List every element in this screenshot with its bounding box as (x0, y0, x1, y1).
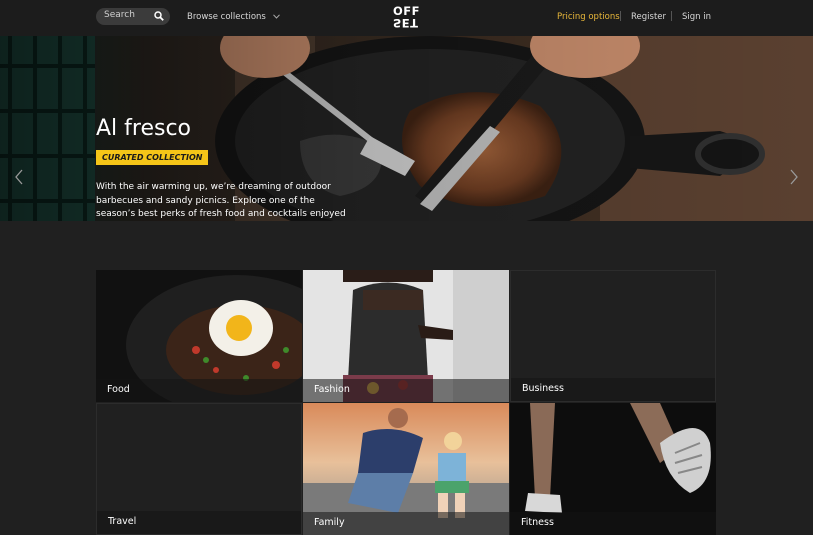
sign-in-link[interactable]: Sign in (682, 12, 711, 22)
category-tile-family[interactable]: Family (303, 403, 509, 535)
category-label: Travel (97, 511, 301, 534)
chevron-down-icon (272, 14, 280, 19)
search-input[interactable]: Search (96, 8, 170, 25)
logo-line-2: SET (393, 16, 419, 30)
browse-collections-dropdown[interactable]: Browse collections (187, 12, 280, 22)
category-tile-travel[interactable]: Travel (96, 403, 302, 535)
category-tile-food[interactable]: Food (96, 270, 302, 402)
nav-divider (671, 11, 672, 21)
category-tile-business[interactable]: Business (510, 270, 716, 402)
category-tile-fitness[interactable]: Fitness (510, 403, 716, 535)
offset-logo[interactable]: OFF SET (393, 5, 422, 30)
hero-title: Al fresco (96, 116, 192, 141)
browse-collections-label: Browse collections (187, 12, 266, 22)
carousel-next-arrow-icon[interactable] (789, 169, 799, 185)
register-link[interactable]: Register (631, 12, 666, 22)
hero-banner: Al fresco CURATED COLLECTION With the ai… (0, 36, 813, 221)
category-label: Food (96, 379, 302, 402)
carousel-prev-arrow-icon[interactable] (14, 169, 24, 185)
nav-divider (620, 11, 621, 21)
hero-description: With the air warming up, we’re dreaming … (96, 182, 346, 219)
pricing-options-link[interactable]: Pricing options (557, 12, 620, 22)
category-tile-fashion[interactable]: Fashion (303, 270, 509, 402)
search-icon[interactable] (154, 11, 164, 21)
category-label: Fitness (510, 512, 716, 535)
category-label: Family (303, 512, 509, 535)
category-label: Business (511, 378, 715, 401)
curated-collection-badge: CURATED COLLECTION (96, 150, 209, 165)
search-placeholder: Search (104, 10, 135, 20)
top-navigation-bar: Search Browse collections OFF SET Pricin… (0, 0, 813, 36)
category-label: Fashion (303, 379, 509, 402)
